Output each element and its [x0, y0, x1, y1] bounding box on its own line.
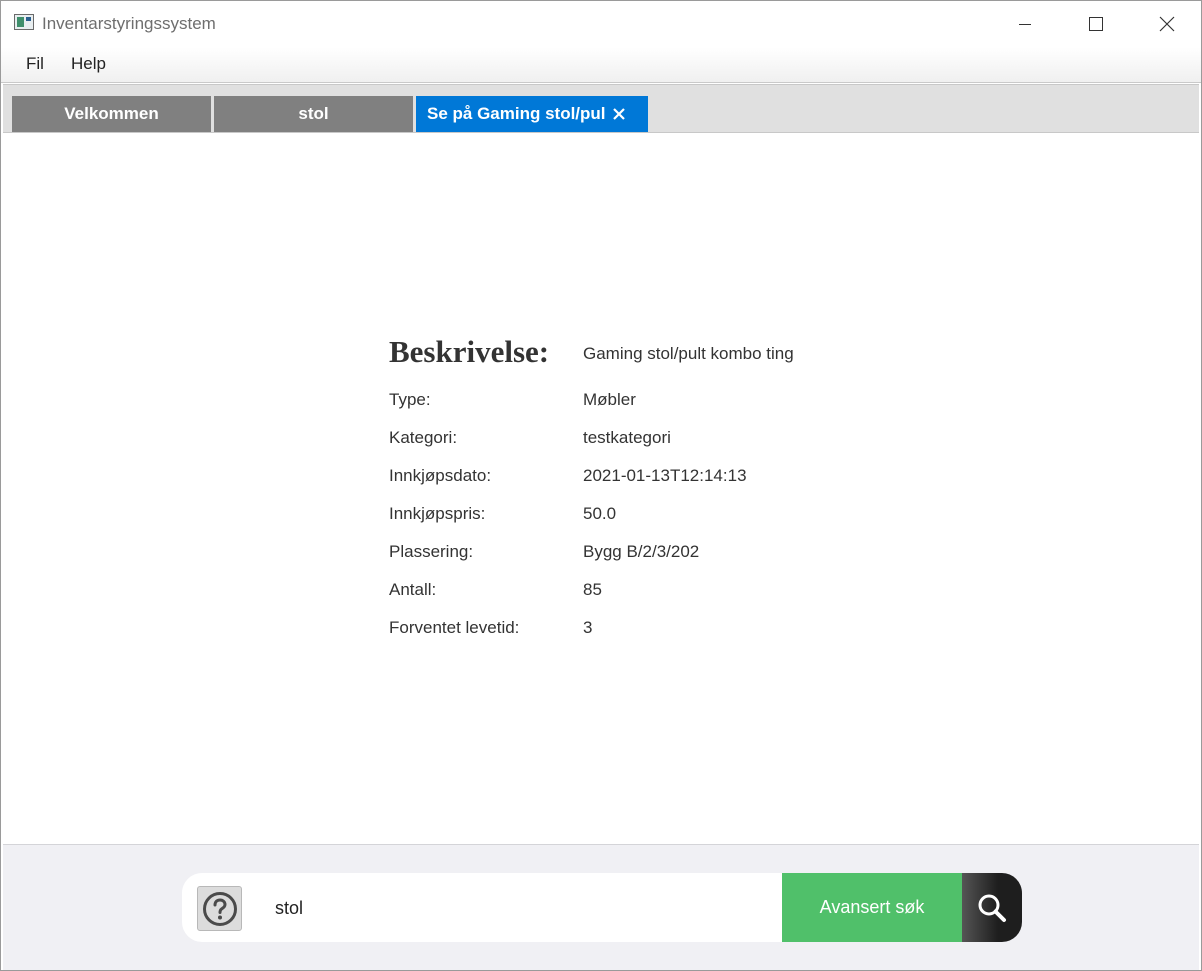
window-title: Inventarstyringssystem: [42, 14, 216, 33]
quantity-row: Antall: 85: [389, 580, 889, 610]
menu-bar: Fil Help: [1, 47, 1201, 83]
description-value: Gaming stol/pult kombo ting: [583, 344, 794, 363]
description-label: Beskrivelse:: [389, 334, 550, 369]
details-panel: Beskrivelse: Gaming stol/pult kombo ting…: [3, 134, 1199, 844]
maximize-icon: [1089, 17, 1103, 31]
question-icon: [202, 891, 237, 926]
field-label: Type:: [389, 390, 431, 409]
field-value: 50.0: [583, 504, 617, 523]
type-row: Type: Møbler: [389, 390, 889, 420]
field-value: Møbler: [583, 390, 636, 409]
minimize-icon: [1019, 23, 1031, 25]
help-button[interactable]: [197, 886, 242, 931]
field-label: Kategori:: [389, 428, 458, 447]
field-value: Bygg B/2/3/202: [583, 542, 700, 561]
tab-velkommen[interactable]: Velkommen: [12, 96, 211, 132]
search-input[interactable]: [262, 891, 762, 925]
field-value: 85: [583, 580, 602, 599]
tab-stol[interactable]: stol: [214, 96, 413, 132]
field-value: 3: [583, 618, 593, 637]
category-row: Kategori: testkategori: [389, 428, 889, 458]
field-label: Forventet levetid:: [389, 618, 520, 637]
description-row: Beskrivelse: Gaming stol/pult kombo ting: [389, 334, 889, 369]
field-label: Antall:: [389, 580, 437, 599]
search-bar: Avansert søk: [182, 873, 1022, 942]
app-window: Inventarstyringssystem Fil Help Velkomme…: [0, 0, 1202, 971]
location-row: Plassering: Bygg B/2/3/202: [389, 542, 889, 572]
menu-fil[interactable]: Fil: [22, 54, 48, 74]
field-value: testkategori: [583, 428, 671, 447]
field-label: Innkjøpsdato:: [389, 466, 492, 485]
search-area: Avansert søk: [3, 844, 1199, 970]
close-icon: [1159, 16, 1175, 32]
close-window-button[interactable]: [1132, 1, 1202, 47]
field-label: Plassering:: [389, 542, 474, 561]
purchase-date-row: Innkjøpsdato: 2021-01-13T12:14:13: [389, 466, 889, 496]
menu-help[interactable]: Help: [67, 54, 110, 74]
search-button[interactable]: [962, 873, 1022, 942]
tab-item-details[interactable]: Se på Gaming stol/pul: [416, 96, 648, 132]
minimize-button[interactable]: [990, 1, 1060, 47]
field-value: 2021-01-13T12:14:13: [583, 466, 747, 485]
app-icon: [14, 14, 34, 30]
lifetime-row: Forventet levetid: 3: [389, 618, 889, 648]
purchase-price-row: Innkjøpspris: 50.0: [389, 504, 889, 534]
field-label: Innkjøpspris:: [389, 504, 486, 523]
search-icon: [978, 894, 1006, 922]
maximize-button[interactable]: [1061, 1, 1131, 47]
tab-close-icon[interactable]: [612, 107, 626, 121]
tab-bar: Velkommen stol Se på Gaming stol/pul: [3, 84, 1199, 133]
tab-label: Se på Gaming stol/pul: [427, 104, 606, 123]
advanced-search-button[interactable]: Avansert søk: [782, 873, 962, 942]
title-bar: Inventarstyringssystem: [1, 1, 1201, 47]
